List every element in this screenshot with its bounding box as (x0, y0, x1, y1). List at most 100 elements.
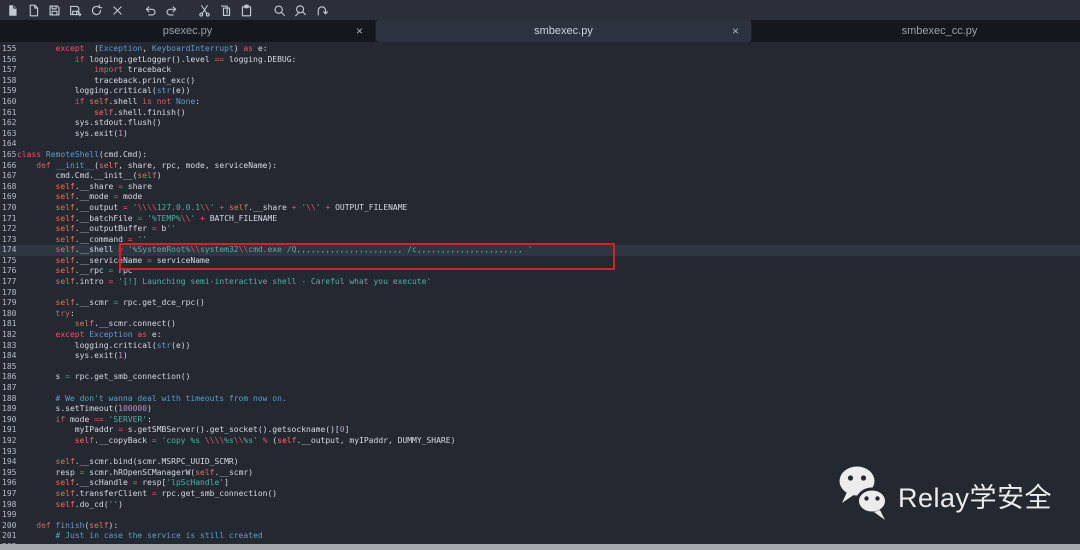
code-line[interactable]: 167 cmd.Cmd.__init__(self) (0, 171, 1080, 182)
line-number: 158 (2, 75, 17, 85)
tab-smbexec.py[interactable]: smbexec.py × (376, 20, 752, 42)
line-number: 161 (2, 107, 17, 117)
code-line[interactable]: 163 sys.exit(1) (0, 129, 1080, 140)
code-line[interactable]: 158 traceback.print_exc() (0, 76, 1080, 87)
copy-icon[interactable] (218, 2, 233, 18)
find-icon[interactable] (272, 2, 287, 18)
line-number: 177 (2, 277, 17, 287)
line-number: 170 (2, 202, 17, 212)
code-text: cmd.Cmd.__init__(self) (17, 171, 162, 181)
redo-icon[interactable] (164, 2, 179, 18)
code-text: if self.shell is not None: (74, 96, 201, 106)
cut-icon[interactable] (197, 2, 212, 18)
new-file-icon[interactable] (5, 2, 20, 18)
code-line[interactable]: 186 s = rpc.get_smb_connection() (0, 372, 1080, 383)
code-line[interactable]: 177 self.intro = '[!] Launching semi-int… (0, 277, 1080, 288)
line-number: 173 (2, 234, 17, 244)
code-text: s = rpc.get_smb_connection() (17, 372, 191, 382)
code-text: self.__rpc = rpc (55, 266, 133, 276)
code-line[interactable]: 180 try: (0, 309, 1080, 320)
code-line[interactable]: 187 (0, 383, 1080, 394)
code-line[interactable]: 188 # We don't wanna deal with timeouts … (0, 394, 1080, 405)
tab-psexec.py[interactable]: psexec.py × (0, 20, 376, 42)
tab-label: psexec.py (162, 25, 213, 37)
code-text: if mode == 'SERVER': (55, 414, 152, 424)
code-text: self.__outputBuffer = b'' (55, 224, 176, 234)
toolbar (0, 0, 1080, 20)
tab-close-icon[interactable]: × (732, 25, 739, 37)
code-text: self.shell.finish() (94, 107, 186, 117)
close-icon[interactable] (110, 2, 125, 18)
code-line[interactable]: 159 logging.critical(str(e)) (0, 86, 1080, 97)
code-line[interactable]: 156 if logging.getLogger().level == logg… (0, 55, 1080, 66)
code-line[interactable]: 181 self.__scmr.connect() (0, 319, 1080, 330)
open-file-icon[interactable] (26, 2, 41, 18)
code-line[interactable]: 165 class RemoteShell(cmd.Cmd): (0, 150, 1080, 161)
code-line[interactable]: 162 sys.stdout.flush() (0, 118, 1080, 129)
paste-icon[interactable] (239, 2, 254, 18)
code-line[interactable]: 183 logging.critical(str(e)) (0, 341, 1080, 352)
tab-close-icon[interactable]: × (356, 25, 363, 37)
line-number: 156 (2, 54, 17, 64)
code-line[interactable]: 171 self.__batchFile = '%TEMP%\\' + BATC… (0, 214, 1080, 225)
revert-icon[interactable] (89, 2, 104, 18)
code-line[interactable]: 168 self.__share = share (0, 182, 1080, 193)
code-line[interactable]: 178 (0, 288, 1080, 299)
code-line[interactable]: 192 self.__copyBack = 'copy %s \\\\%s\\%… (0, 436, 1080, 447)
save-icon[interactable] (47, 2, 62, 18)
tab-label: smbexec_cc.py (901, 25, 978, 37)
code-line[interactable]: 176 self.__rpc = rpc (0, 266, 1080, 277)
code-line[interactable]: 175 self.__serviceName = serviceName (0, 256, 1080, 267)
code-text: logging.critical(str(e)) (17, 340, 191, 350)
code-line[interactable]: 174 self.__shell = '%SystemRoot%\\system… (0, 245, 1080, 256)
line-number: 179 (2, 298, 17, 308)
code-line[interactable]: 191 myIPaddr = s.getSMBServer().get_sock… (0, 425, 1080, 436)
line-number: 188 (2, 393, 17, 403)
code-text: def finish(self): (36, 520, 119, 530)
code-line[interactable]: 184 sys.exit(1) (0, 351, 1080, 362)
tab-smbexec_cc.py[interactable]: smbexec_cc.py (752, 20, 1080, 42)
watermark: Relay学安全 (838, 464, 1052, 527)
code-line[interactable]: 182 except Exception as e: (0, 330, 1080, 341)
code-line[interactable]: 193 (0, 447, 1080, 458)
code-text: self.__command = '' (55, 234, 148, 244)
code-line[interactable]: 190 if mode == 'SERVER': (0, 415, 1080, 426)
line-number: 189 (2, 404, 17, 414)
code-text: self.__copyBack = 'copy %s \\\\%s\\%s' %… (74, 435, 456, 445)
line-number: 186 (2, 372, 17, 382)
bottom-window-edge (0, 544, 1080, 550)
code-line[interactable]: 170 self.__output = '\\\\127.0.0.1\\' + … (0, 203, 1080, 214)
code-line[interactable]: 160 if self.shell is not None: (0, 97, 1080, 108)
code-line[interactable]: 169 self.__mode = mode (0, 192, 1080, 203)
code-text: import traceback (94, 65, 172, 75)
code-line[interactable]: 164 (0, 139, 1080, 150)
code-text: myIPaddr = s.getSMBServer().get_socket()… (17, 425, 350, 435)
code-text: sys.stdout.flush() (17, 118, 162, 128)
watermark-text: Relay学安全 (898, 483, 1053, 513)
find-next-icon[interactable] (314, 2, 329, 18)
code-text: self.__scHandle = resp['lpScHandle'] (55, 478, 229, 488)
code-line[interactable]: 173 self.__command = '' (0, 235, 1080, 246)
find-replace-icon[interactable] (293, 2, 308, 18)
code-line[interactable]: 189 s.setTimeout(100000) (0, 404, 1080, 415)
tab-bar: psexec.py × smbexec.py × smbexec_cc.py (0, 20, 1080, 42)
line-number: 180 (2, 308, 17, 318)
code-line[interactable]: 157 import traceback (0, 65, 1080, 76)
line-number: 163 (2, 128, 17, 138)
save-as-icon[interactable] (68, 2, 83, 18)
code-line[interactable]: 155 except (Exception, KeyboardInterrupt… (0, 44, 1080, 55)
undo-icon[interactable] (143, 2, 158, 18)
tab-label: smbexec.py (534, 25, 593, 37)
code-line[interactable]: 172 self.__outputBuffer = b'' (0, 224, 1080, 235)
code-text: self.__scmr.bind(scmr.MSRPC_UUID_SCMR) (55, 457, 239, 467)
code-line[interactable]: 201 # Just in case the service is still … (0, 531, 1080, 542)
code-line[interactable]: 166 def __init__(self, share, rpc, mode,… (0, 161, 1080, 172)
code-line[interactable]: 179 self.__scmr = rpc.get_dce_rpc() (0, 298, 1080, 309)
code-text: sys.exit(1) (17, 128, 128, 138)
code-text: self.__share = share (55, 181, 152, 191)
code-line[interactable]: 161 self.shell.finish() (0, 108, 1080, 119)
line-number: 155 (2, 44, 17, 53)
code-text: class RemoteShell(cmd.Cmd): (17, 149, 148, 159)
code-line[interactable]: 185 (0, 362, 1080, 373)
line-number: 159 (2, 86, 17, 96)
